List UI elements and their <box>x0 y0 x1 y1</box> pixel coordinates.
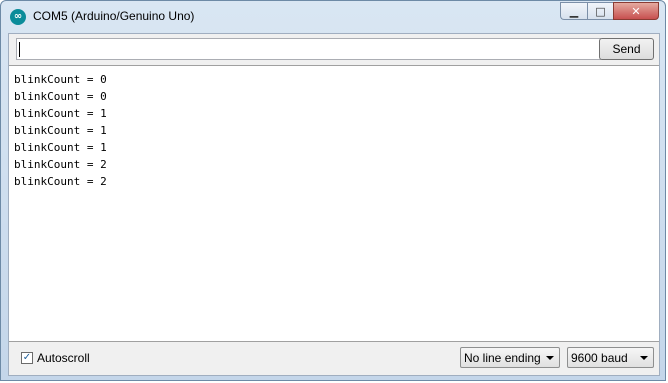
text-caret <box>19 42 20 57</box>
autoscroll-toggle[interactable]: ✓ Autoscroll <box>21 351 90 365</box>
chevron-down-icon <box>640 356 648 360</box>
output-line: blinkCount = 1 <box>14 124 107 137</box>
send-button[interactable]: Send <box>599 38 654 60</box>
autoscroll-label: Autoscroll <box>37 351 90 365</box>
title-bar[interactable]: ∞ COM5 (Arduino/Genuino Uno) ▁ □ ✕ <box>1 1 665 32</box>
output-line: blinkCount = 2 <box>14 158 107 171</box>
maximize-button[interactable]: □ <box>587 2 613 20</box>
window-title: COM5 (Arduino/Genuino Uno) <box>33 9 195 23</box>
line-ending-select[interactable]: No line ending <box>460 347 560 368</box>
autoscroll-checkbox[interactable]: ✓ <box>21 352 33 364</box>
output-line: blinkCount = 1 <box>14 107 107 120</box>
footer-bar: ✓ Autoscroll No line ending 9600 baud <box>9 342 659 375</box>
chevron-down-icon <box>546 356 554 360</box>
output-line: blinkCount = 0 <box>14 73 107 86</box>
line-ending-value: No line ending <box>464 350 541 365</box>
serial-monitor-window: ∞ COM5 (Arduino/Genuino Uno) ▁ □ ✕ Send … <box>0 0 666 381</box>
output-line: blinkCount = 2 <box>14 175 107 188</box>
minimize-button[interactable]: ▁ <box>560 2 587 20</box>
serial-output[interactable]: blinkCount = 0 blinkCount = 0 blinkCount… <box>9 65 659 342</box>
close-button[interactable]: ✕ <box>613 2 659 20</box>
send-input[interactable] <box>16 38 601 60</box>
serial-monitor-client: Send blinkCount = 0 blinkCount = 0 blink… <box>8 33 660 376</box>
output-line: blinkCount = 1 <box>14 141 107 154</box>
caption-buttons: ▁ □ ✕ <box>560 2 659 22</box>
baud-rate-select[interactable]: 9600 baud <box>567 347 654 368</box>
arduino-logo-icon: ∞ <box>10 9 26 25</box>
baud-rate-value: 9600 baud <box>571 350 628 365</box>
output-line: blinkCount = 0 <box>14 90 107 103</box>
